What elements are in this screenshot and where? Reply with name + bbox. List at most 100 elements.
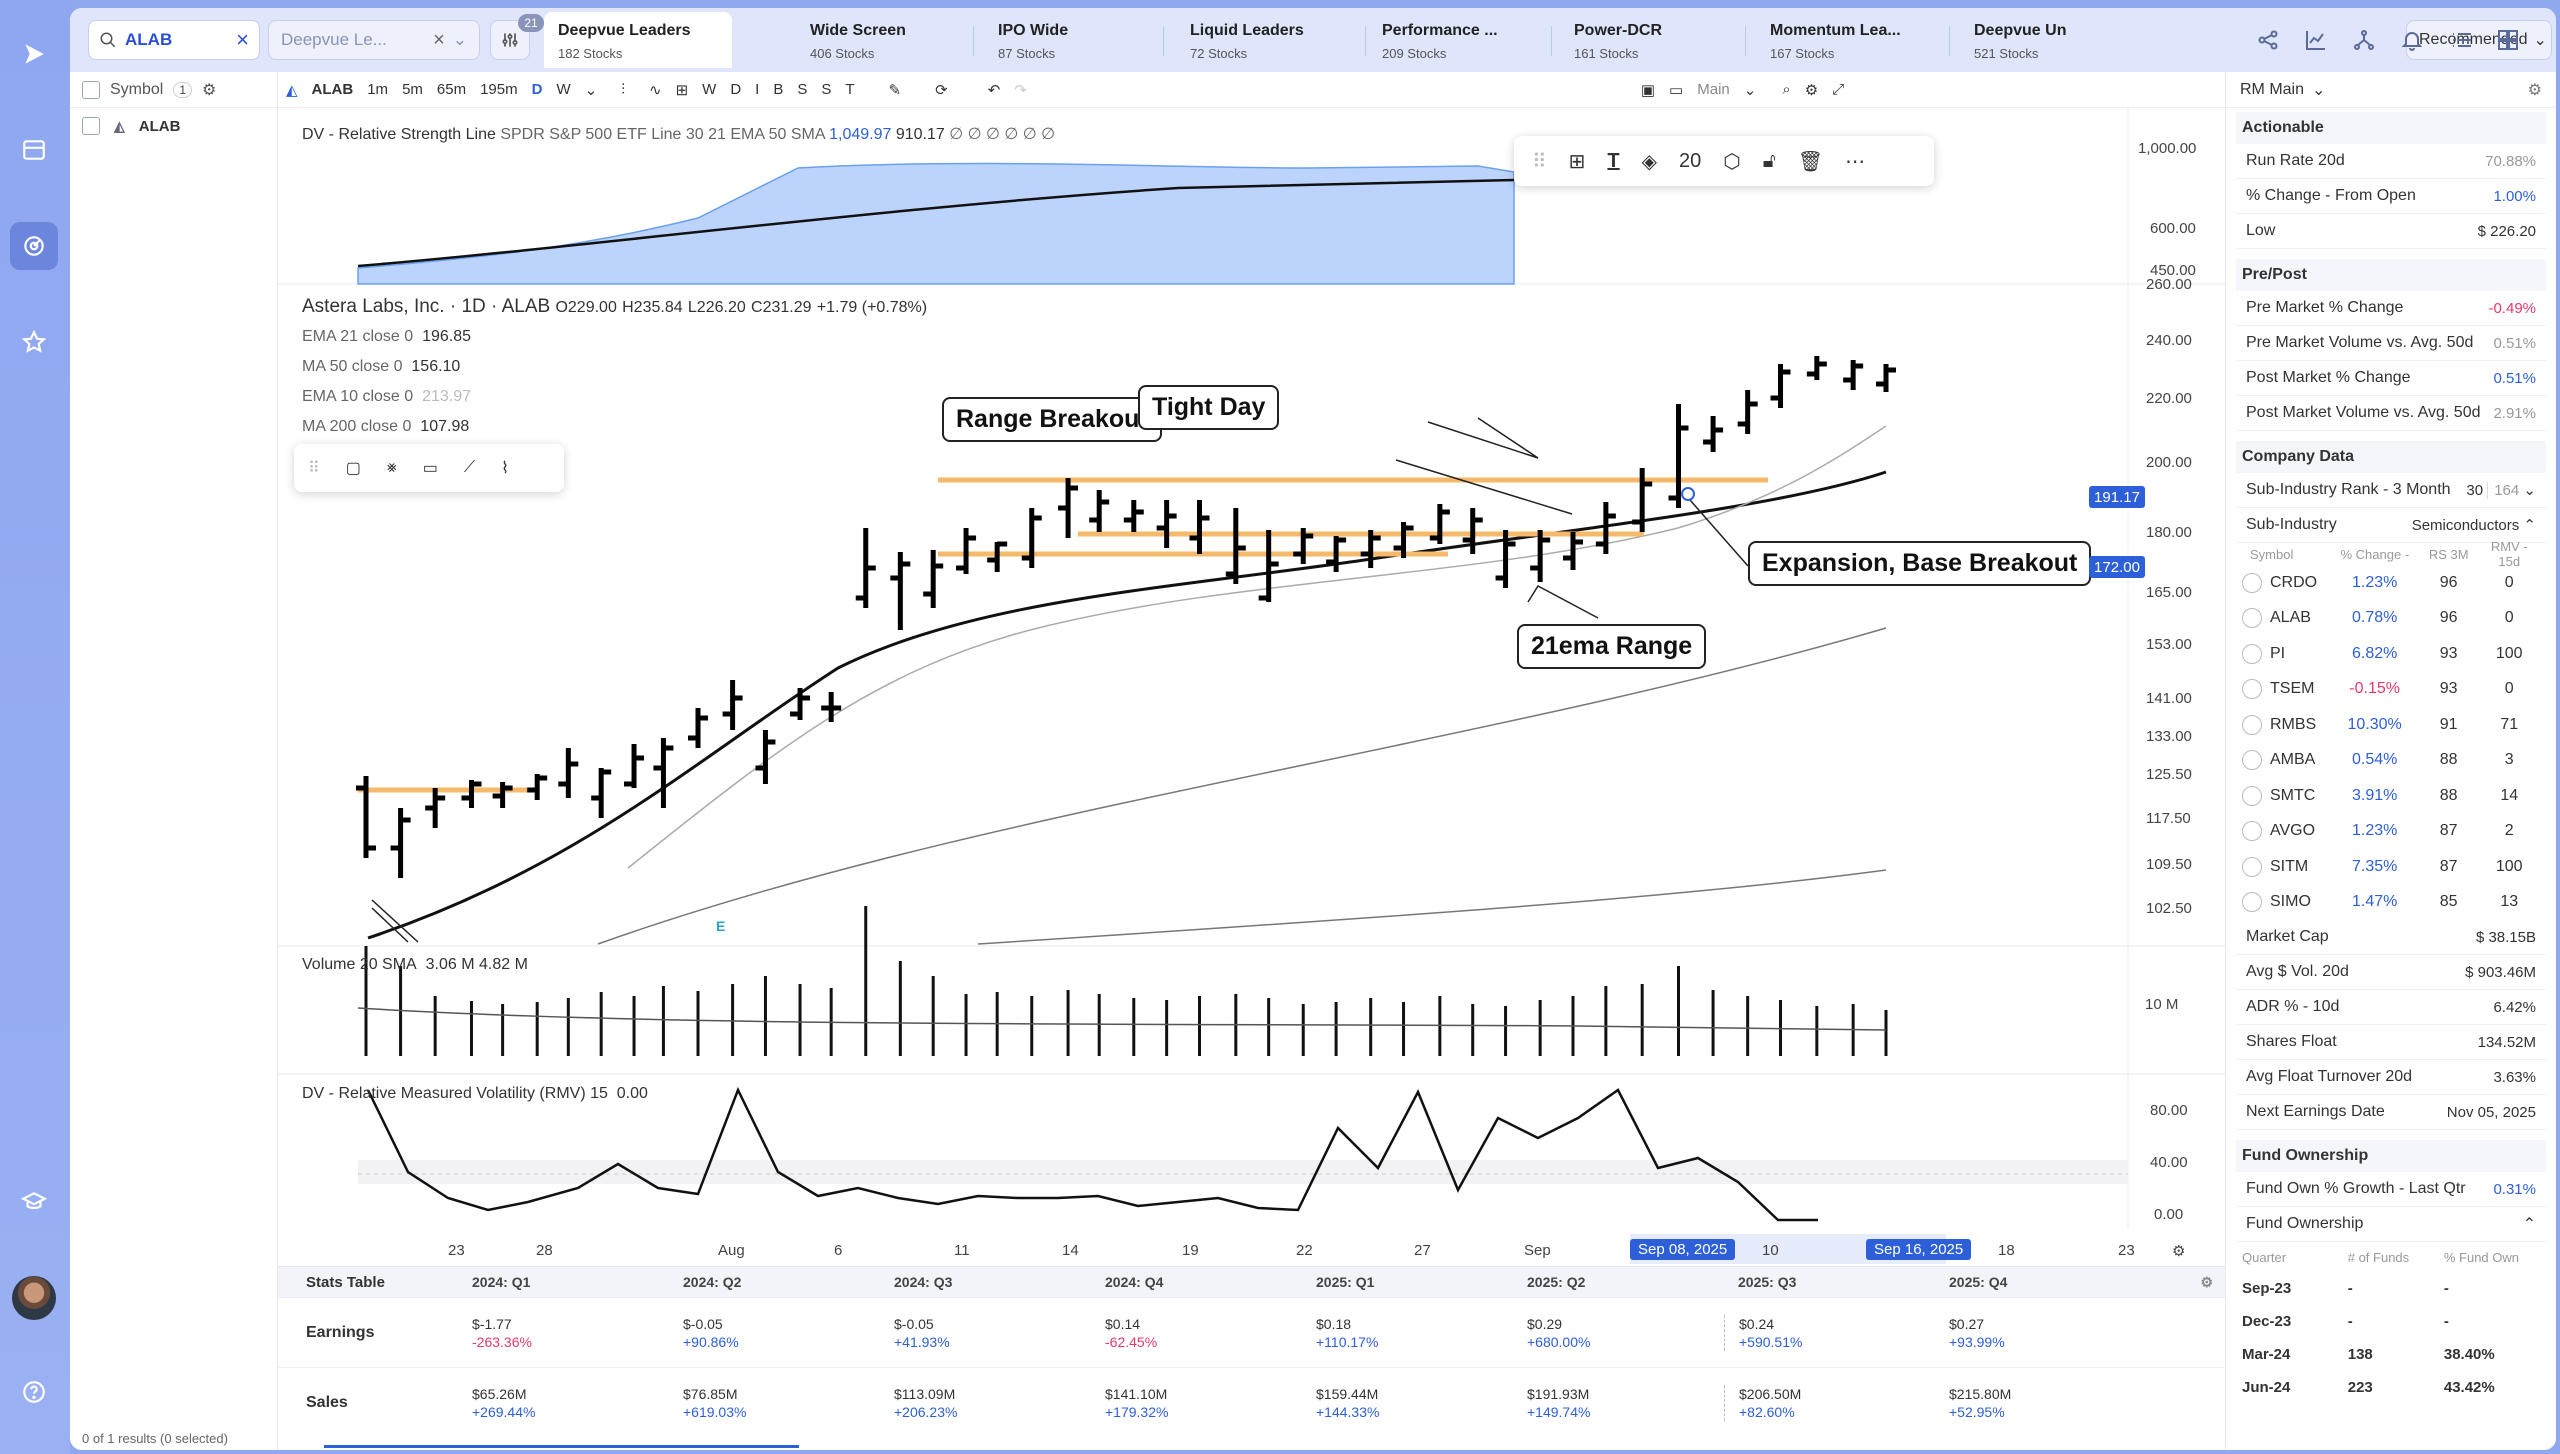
tab-liquid-leaders[interactable]: Liquid Leaders 72 Stocks [1176, 12, 1366, 68]
peer-symbol[interactable]: RMBS [2270, 716, 2316, 734]
peer-symbol[interactable]: SIMO [2270, 893, 2311, 911]
help-icon[interactable] [10, 1368, 58, 1416]
brush-tool-icon[interactable]: ⌇ [501, 458, 509, 478]
logo-play-icon[interactable] [10, 30, 58, 78]
drag-handle-icon[interactable]: ⠿ [1532, 149, 1547, 174]
peer-row[interactable]: AMBA 0.54% 88 3 [2236, 743, 2546, 779]
folder-icon[interactable]: ▭ [1669, 81, 1683, 99]
tab-deepvue-universe[interactable]: Deepvue Un 521 Stocks [1960, 12, 2090, 68]
chevron-up-icon[interactable]: ⌃ [2523, 517, 2536, 534]
peer-symbol[interactable]: ALAB [2270, 609, 2311, 627]
watchlist-icon[interactable] [10, 126, 58, 174]
fullscreen-icon[interactable]: ⤢ [1832, 81, 1844, 98]
callout-tight-day[interactable]: Tight Day [1138, 385, 1280, 430]
tab-power-dcr[interactable]: Power-DCR 161 Stocks [1560, 12, 1746, 68]
font-size-value[interactable]: 20 [1679, 150, 1701, 173]
peer-row[interactable]: SMTC 3.91% 88 14 [2236, 778, 2546, 814]
date-selection-end[interactable]: Sep 16, 2025 [1866, 1239, 1972, 1260]
chevron-down-icon[interactable]: ⌄ [2312, 80, 2325, 100]
symbol-column-header[interactable]: Symbol [110, 81, 163, 99]
clear-watchlist-icon[interactable]: × [433, 29, 445, 52]
gear-icon[interactable]: ⚙ [202, 80, 216, 100]
toggle-b[interactable]: B [773, 81, 783, 98]
peer-symbol[interactable]: AVGO [2270, 822, 2315, 840]
pencil-icon[interactable]: ✎ [889, 81, 902, 99]
toggle-s1[interactable]: S [797, 81, 807, 98]
text-tool-icon[interactable]: T [1607, 150, 1619, 173]
zoom-icon[interactable]: ⌕ [1782, 81, 1790, 98]
layout-title[interactable]: RM Main [2240, 81, 2304, 99]
peer-row[interactable]: SITM 7.35% 87 100 [2236, 849, 2546, 885]
bell-icon[interactable] [2400, 28, 2424, 52]
chart-line-icon[interactable] [2304, 28, 2328, 52]
interval-weekly[interactable]: W [556, 81, 570, 98]
peer-row[interactable]: PI 6.82% 93 100 [2236, 636, 2546, 672]
drag-handle-icon[interactable]: ⠿ [308, 458, 320, 478]
star-icon[interactable] [10, 318, 58, 366]
clear-search-icon[interactable]: × [236, 27, 249, 53]
interval-daily[interactable]: D [532, 81, 543, 98]
toggle-i[interactable]: I [755, 81, 759, 98]
education-icon[interactable] [10, 1178, 58, 1226]
peer-symbol[interactable]: PI [2270, 645, 2285, 663]
toggle-w[interactable]: W [702, 81, 716, 98]
row-checkbox[interactable] [82, 117, 100, 135]
peer-row[interactable]: SIMO 1.47% 85 13 [2236, 885, 2546, 921]
tab-wide-screen[interactable]: Wide Screen 406 Stocks [796, 12, 974, 68]
redo-icon[interactable]: ↷ [1014, 81, 1027, 99]
peer-row[interactable]: RMBS 10.30% 91 71 [2236, 707, 2546, 743]
date-selection-start[interactable]: Sep 08, 2025 [1630, 1239, 1736, 1260]
chevron-down-icon[interactable]: ⌄ [453, 30, 467, 50]
trash-icon[interactable]: 🗑︎ [1798, 149, 1823, 174]
indicator-icon[interactable]: ∿ [649, 81, 662, 99]
toggle-s2[interactable]: S [821, 81, 831, 98]
refresh-icon[interactable]: ⟳ [935, 81, 948, 99]
share-icon[interactable] [2256, 28, 2280, 52]
callout-expansion-breakout[interactable]: Expansion, Base Breakout [1748, 541, 2092, 586]
peer-symbol[interactable]: SMTC [2270, 787, 2315, 805]
peer-symbol[interactable]: AMBA [2270, 751, 2315, 769]
tab-deepvue-leaders[interactable]: Deepvue Leaders 182 Stocks [544, 12, 732, 68]
panels-icon[interactable]: ▣ [1641, 81, 1655, 99]
interval-65m[interactable]: 65m [437, 81, 466, 98]
bar-style-icon[interactable]: ⫶ [621, 81, 625, 98]
axis-settings-icon[interactable]: ⚙ [2172, 1242, 2185, 1260]
chevron-up-icon[interactable]: ⌃ [2523, 1214, 2536, 1234]
scanner-icon[interactable] [10, 222, 58, 270]
network-icon[interactable] [2352, 28, 2376, 52]
recommended-select[interactable]: Recommended ⌄ [2406, 20, 2552, 60]
gear-icon[interactable]: ⚙ [2200, 1274, 2213, 1291]
interval-1m[interactable]: 1m [367, 81, 388, 98]
trendline-tool-icon[interactable]: ⟋ [464, 459, 475, 477]
symbol-search[interactable]: ALAB × [88, 20, 260, 60]
stats-scroll-indicator[interactable] [324, 1445, 799, 1448]
peer-row[interactable]: AVGO 1.23% 87 2 [2236, 814, 2546, 850]
toggle-d[interactable]: D [730, 81, 741, 98]
tab-momentum-leaders[interactable]: Momentum Lea... 167 Stocks [1756, 12, 1950, 68]
more-icon[interactable]: ⋯ [1845, 149, 1865, 174]
callout-range-breakout[interactable]: Range Breakout [942, 397, 1162, 442]
undo-icon[interactable]: ↶ [988, 81, 1001, 99]
peer-symbol[interactable]: CRDO [2270, 574, 2317, 592]
peer-row[interactable]: TSEM -0.15% 93 0 [2236, 672, 2546, 708]
tab-ipo-wide[interactable]: IPO Wide 87 Stocks [984, 12, 1164, 68]
template-grid-icon[interactable]: ⊞ [676, 81, 689, 99]
callout-21ema-range[interactable]: 21ema Range [1517, 624, 1707, 669]
comment-tool-icon[interactable]: ▭ [423, 458, 438, 478]
search-input[interactable]: ALAB [125, 30, 172, 50]
watchlist-row[interactable]: ◭ ALAB [70, 108, 277, 144]
rectangle-tool-icon[interactable]: ▢ [346, 458, 361, 478]
gear-icon[interactable]: ⚙ [2528, 80, 2542, 100]
peer-symbol[interactable]: TSEM [2270, 680, 2314, 698]
watchlist-select[interactable]: Deepvue Le... × ⌄ [268, 20, 480, 60]
toggle-t[interactable]: T [845, 81, 854, 98]
chevron-down-icon[interactable]: ⌄ [1744, 81, 1757, 99]
layout-grid-icon[interactable] [2496, 28, 2520, 52]
chevron-down-icon[interactable]: ⌄ [2523, 482, 2536, 499]
interval-195m[interactable]: 195m [480, 81, 518, 98]
avatar[interactable] [12, 1276, 56, 1320]
lock-icon[interactable]: 🔓︎ [1763, 150, 1776, 173]
peer-symbol[interactable]: SITM [2270, 858, 2308, 876]
pattern-tool-icon[interactable]: ⨳ [387, 459, 397, 477]
list-icon[interactable] [2450, 28, 2474, 52]
